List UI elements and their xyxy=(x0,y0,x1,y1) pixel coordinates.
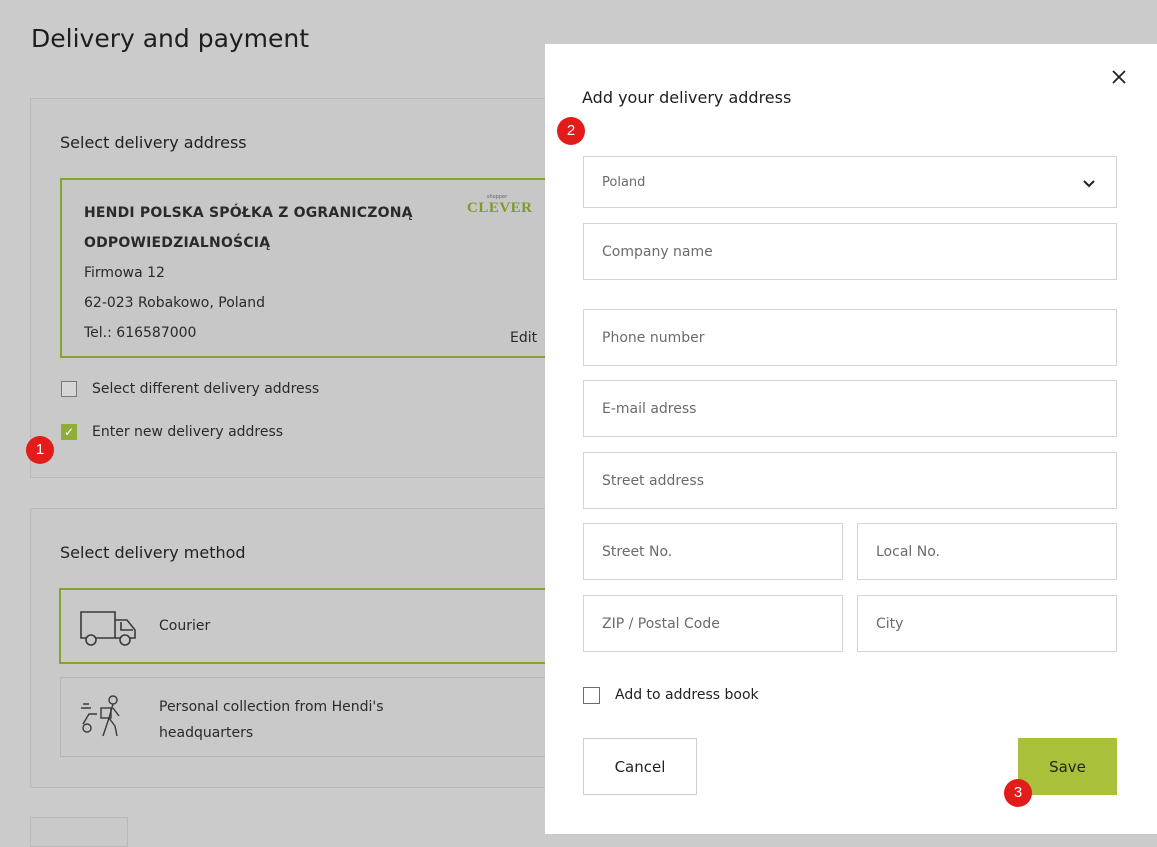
personal-collection-label: Personal collection from Hendi's headqua… xyxy=(159,694,384,746)
address-company-line2: ODPOWIEDZIALNOŚCIĄ xyxy=(84,235,271,251)
address-card-text: HENDI POLSKA SPÓŁKA Z OGRANICZONĄ ODPOWI… xyxy=(84,198,454,348)
back-button[interactable] xyxy=(30,817,128,847)
personal-collection-label-line1: Personal collection from Hendi's xyxy=(159,699,384,715)
phone-number-field[interactable]: Phone number xyxy=(583,309,1117,366)
address-street: Firmowa 12 xyxy=(84,265,165,281)
country-select-value: Poland xyxy=(602,174,646,190)
modal-title: Add your delivery address xyxy=(582,88,792,107)
chevron-down-icon xyxy=(1082,177,1096,193)
truck-icon xyxy=(77,602,141,654)
email-field[interactable]: E-mail adress xyxy=(583,380,1117,437)
address-city: 62-023 Robakowo, Poland xyxy=(84,295,265,311)
address-company-line1: HENDI POLSKA SPÓŁKA Z OGRANICZONĄ xyxy=(84,205,413,221)
delivery-address-title: Select delivery address xyxy=(60,133,247,152)
page-title: Delivery and payment xyxy=(31,24,310,53)
address-book-label[interactable]: Add to address book xyxy=(615,687,759,703)
city-field[interactable]: City xyxy=(857,595,1117,652)
clever-logo-text: CLEVER xyxy=(467,200,533,216)
country-select[interactable]: Poland xyxy=(583,156,1117,208)
zip-code-field[interactable]: ZIP / Postal Code xyxy=(583,595,843,652)
select-different-address-checkbox[interactable] xyxy=(61,381,77,397)
enter-new-address-checkbox[interactable]: ✓ xyxy=(61,424,77,440)
address-book-checkbox[interactable] xyxy=(583,687,600,704)
local-no-field[interactable]: Local No. xyxy=(857,523,1117,580)
clever-logo: shopper CLEVER xyxy=(467,194,533,216)
save-button[interactable]: Save xyxy=(1018,738,1117,795)
select-different-address-label[interactable]: Select different delivery address xyxy=(92,381,319,397)
cancel-button[interactable]: Cancel xyxy=(583,738,697,795)
add-address-modal: Add your delivery address Poland Company… xyxy=(545,44,1157,834)
close-icon[interactable] xyxy=(1111,69,1127,89)
address-phone: Tel.: 616587000 xyxy=(84,325,197,341)
street-address-field[interactable]: Street address xyxy=(583,452,1117,509)
courier-option[interactable]: Courier xyxy=(59,588,559,664)
annotation-badge-2: 2 xyxy=(557,117,585,145)
address-edit-link[interactable]: Edit xyxy=(510,330,537,346)
company-name-field[interactable]: Company name xyxy=(583,223,1117,280)
address-card[interactable]: HENDI POLSKA SPÓŁKA Z OGRANICZONĄ ODPOWI… xyxy=(60,178,560,358)
annotation-badge-3: 3 xyxy=(1004,779,1032,807)
personal-collection-option[interactable]: Personal collection from Hendi's headqua… xyxy=(60,677,560,757)
street-no-field[interactable]: Street No. xyxy=(583,523,843,580)
personal-collection-label-line2: headquarters xyxy=(159,725,254,741)
enter-new-address-label[interactable]: Enter new delivery address xyxy=(92,424,283,440)
courier-label: Courier xyxy=(159,618,211,634)
annotation-badge-1: 1 xyxy=(26,436,54,464)
delivery-method-title: Select delivery method xyxy=(60,543,246,562)
pickup-person-icon xyxy=(79,694,127,742)
